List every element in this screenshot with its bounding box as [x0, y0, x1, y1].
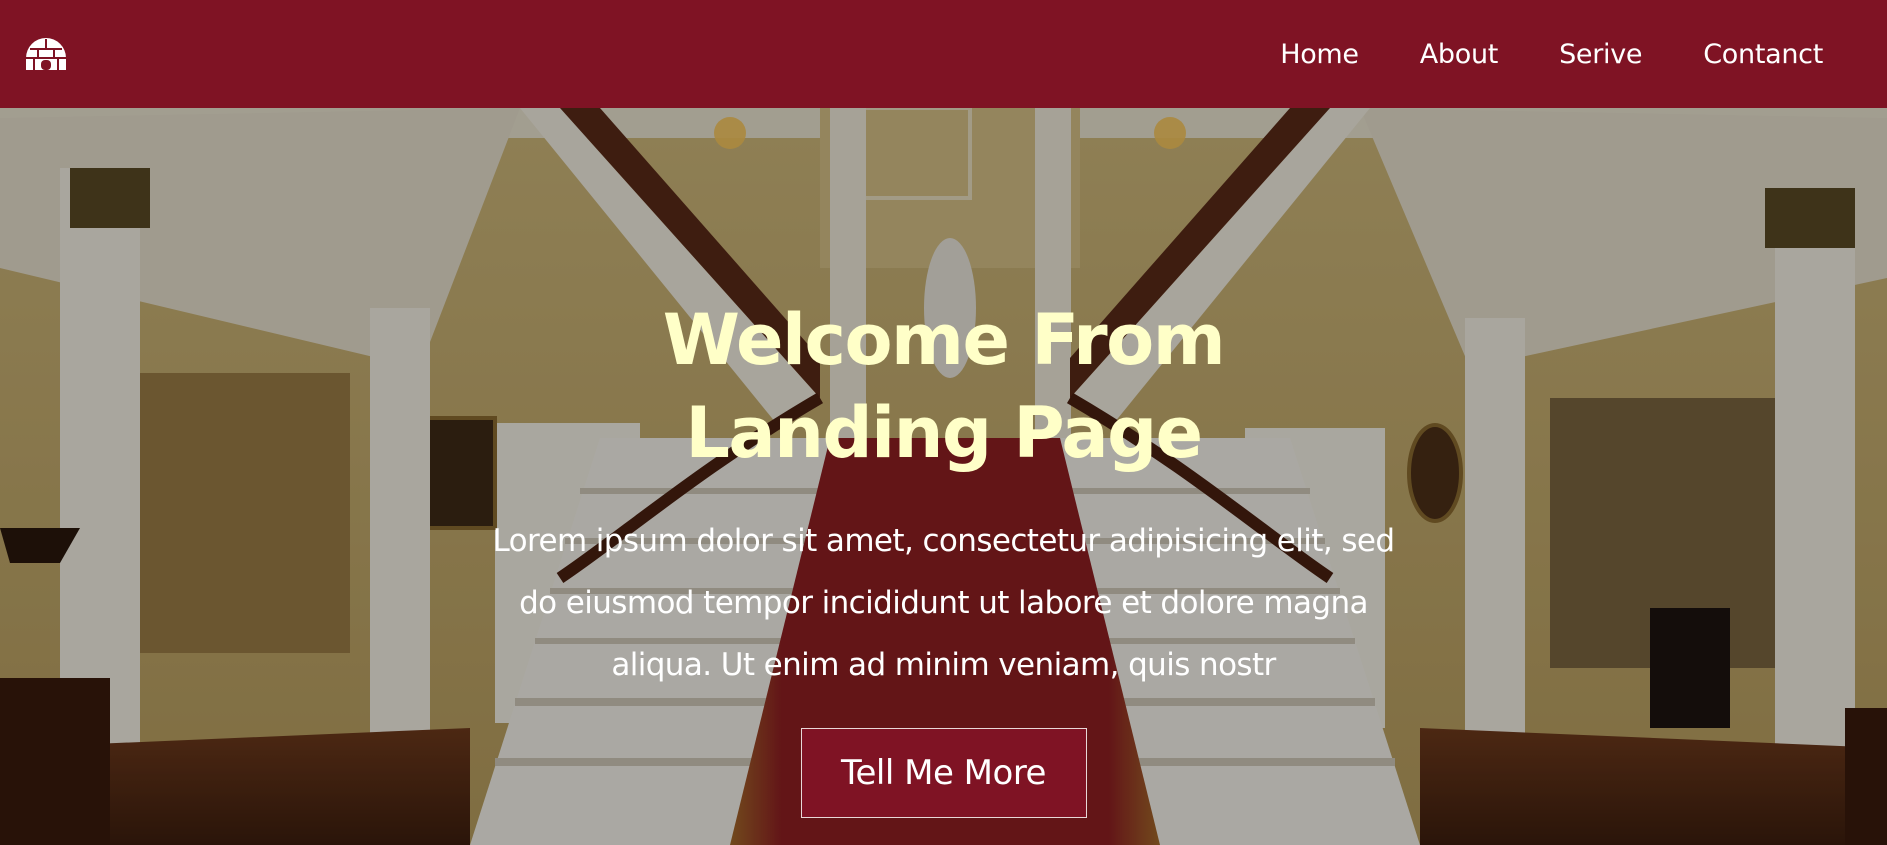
hero-title: Welcome From Landing Page [662, 299, 1226, 474]
nav-link-about[interactable]: About [1420, 41, 1499, 68]
tell-me-more-button[interactable]: Tell Me More [800, 728, 1087, 818]
nav-link-contact[interactable]: Contanct [1703, 41, 1823, 68]
navbar: Home About Serive Contanct [0, 0, 1887, 108]
main-nav: Home About Serive Contanct [1219, 41, 1823, 68]
igloo-icon[interactable] [24, 36, 68, 72]
nav-link-service[interactable]: Serive [1559, 41, 1642, 68]
hero-description: Lorem ipsum dolor sit amet, consectetur … [492, 523, 1396, 683]
nav-link-home[interactable]: Home [1280, 41, 1359, 68]
hero-content: Welcome From Landing Page Lorem ipsum do… [0, 108, 1887, 845]
hero-section: Welcome From Landing Page Lorem ipsum do… [0, 108, 1887, 845]
